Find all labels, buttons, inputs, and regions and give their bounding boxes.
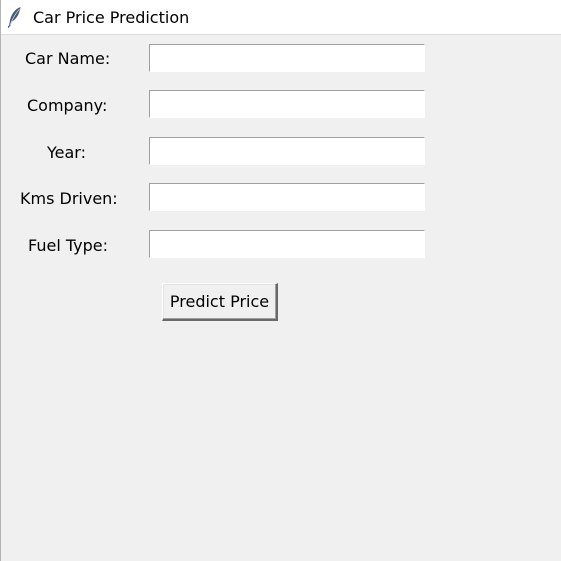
fuel-type-label: Fuel Type: bbox=[28, 236, 108, 255]
predict-price-button[interactable]: Predict Price bbox=[162, 283, 278, 321]
kms-driven-input[interactable] bbox=[149, 183, 425, 211]
window-title: Car Price Prediction bbox=[33, 8, 190, 27]
car-name-input[interactable] bbox=[149, 44, 425, 72]
company-label: Company: bbox=[27, 96, 108, 115]
kms-driven-label: Kms Driven: bbox=[20, 189, 118, 208]
year-label: Year: bbox=[47, 143, 86, 162]
feather-icon bbox=[7, 6, 23, 28]
year-input[interactable] bbox=[149, 137, 425, 165]
title-bar: Car Price Prediction bbox=[1, 0, 561, 35]
car-name-label: Car Name: bbox=[25, 49, 111, 68]
app-window: Car Price Prediction Car Name: Company: … bbox=[0, 0, 561, 561]
company-input[interactable] bbox=[149, 90, 425, 118]
fuel-type-input[interactable] bbox=[149, 230, 425, 258]
